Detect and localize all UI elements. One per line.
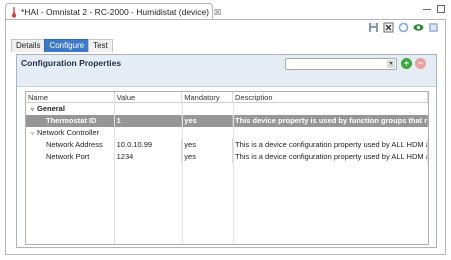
- filter-combo[interactable]: ▾: [285, 58, 397, 70]
- cell-name: Thermostat ID: [26, 115, 115, 127]
- table-header: Name Value Mandatory Description: [26, 92, 428, 103]
- panel-title: Configuration Properties: [21, 58, 122, 68]
- editor-tab-bar: *HAI - Omnistat 2 - RC-2000 - Humidistat…: [0, 0, 451, 20]
- table-row[interactable]: Network Address 10.0.10.99 yes This is a…: [26, 139, 428, 151]
- group-row-general[interactable]: ▿ General: [26, 103, 428, 115]
- group-row-network-controller[interactable]: ▿ Network Controller: [26, 127, 428, 139]
- editor-tab[interactable]: *HAI - Omnistat 2 - RC-2000 - Humidistat…: [5, 3, 221, 20]
- cell-mandatory: yes: [182, 115, 234, 127]
- cell-mandatory: yes: [182, 139, 234, 151]
- cell-name: Network Address: [26, 139, 115, 151]
- thermostat-icon: [10, 6, 18, 18]
- editor-body: Details Configure Test Configuration Pro…: [5, 19, 446, 255]
- remove-property-button[interactable]: −: [415, 58, 426, 69]
- cell-description: This device property is used by function…: [235, 115, 429, 127]
- configuration-properties-panel: Configuration Properties ▾ + − Name Valu…: [16, 54, 437, 248]
- maximize-icon[interactable]: [437, 5, 445, 13]
- cell-value[interactable]: 1234: [115, 151, 183, 163]
- collapse-triangle-icon[interactable]: ▿: [28, 104, 37, 115]
- cell-name: Network Port: [26, 151, 115, 163]
- minimize-icon[interactable]: [423, 5, 431, 10]
- column-header-description[interactable]: Description: [233, 92, 428, 102]
- column-header-name[interactable]: Name: [26, 92, 115, 102]
- page-tabs: Details Configure Test: [11, 39, 113, 52]
- panel-header: Configuration Properties ▾ + −: [17, 55, 436, 87]
- column-header-value[interactable]: Value: [115, 92, 183, 102]
- close-icon[interactable]: ☒: [214, 8, 221, 17]
- editor-tab-title: *HAI - Omnistat 2 - RC-2000 - Humidistat…: [21, 7, 209, 17]
- editor-toolbar: [368, 22, 439, 33]
- save-icon[interactable]: [368, 22, 379, 33]
- group-label: General: [37, 104, 65, 113]
- column-header-mandatory[interactable]: Mandatory: [182, 92, 233, 102]
- cell-description: This is a device configuration property …: [235, 139, 429, 151]
- delete-icon[interactable]: [383, 22, 394, 33]
- properties-table: Name Value Mandatory Description ▿ Genera…: [25, 91, 429, 245]
- table-row[interactable]: Network Port 1234 yes This is a device c…: [26, 151, 428, 163]
- cell-value[interactable]: 10.0.10.99: [115, 139, 183, 151]
- tab-configure[interactable]: Configure: [44, 39, 90, 52]
- tab-test[interactable]: Test: [88, 39, 113, 52]
- cell-mandatory: yes: [182, 151, 234, 163]
- dropdown-arrow-icon[interactable]: ▾: [387, 60, 395, 68]
- add-property-button[interactable]: +: [401, 58, 412, 69]
- remove-icon: −: [417, 58, 424, 68]
- view-icon[interactable]: [413, 22, 424, 33]
- cell-value[interactable]: 1: [115, 115, 183, 127]
- refresh-icon[interactable]: [398, 22, 409, 33]
- table-row[interactable]: Thermostat ID 1 yes This device property…: [26, 115, 428, 127]
- group-label: Network Controller: [37, 128, 100, 137]
- collapse-triangle-icon[interactable]: ▿: [28, 128, 37, 139]
- cell-description: This is a device configuration property …: [235, 151, 429, 163]
- tab-details[interactable]: Details: [11, 39, 46, 52]
- info-icon[interactable]: [428, 22, 439, 33]
- add-icon: +: [403, 58, 410, 68]
